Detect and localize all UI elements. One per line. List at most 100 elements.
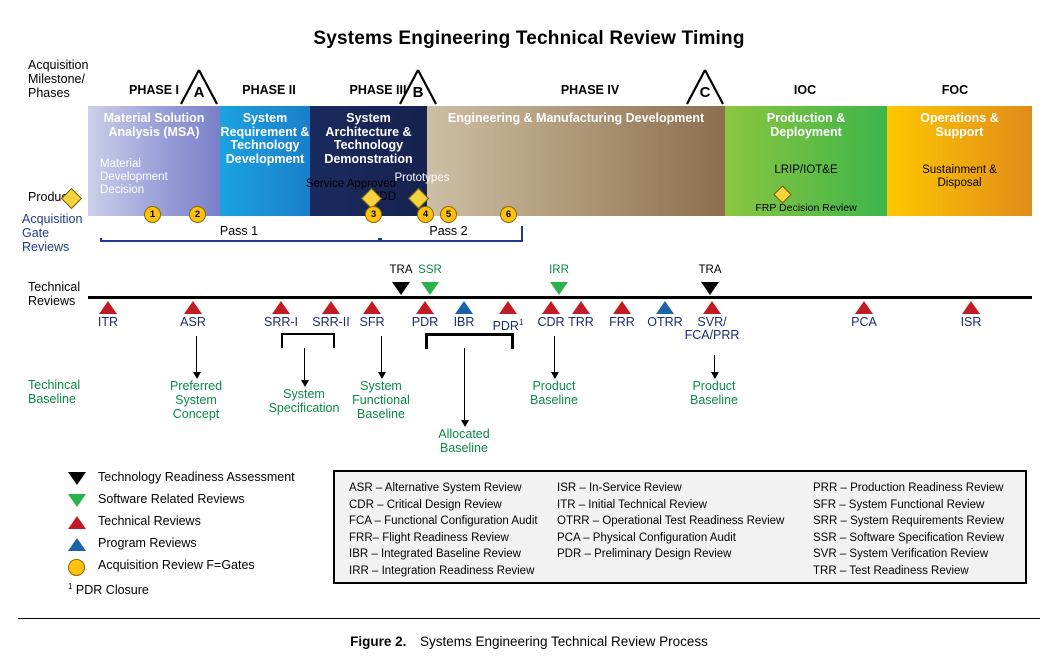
review-triangle-frr-11 — [613, 301, 631, 314]
legend-row-2: Software Related Reviews — [60, 490, 340, 512]
baseline-bracket-2 — [281, 333, 335, 348]
figure-number: Figure 2. — [350, 634, 407, 649]
phase-segment-subtitle: Material Development Decision — [100, 158, 168, 196]
baseline-label-6: Product Baseline — [690, 379, 738, 407]
triangle-down-black-icon — [68, 472, 86, 485]
circle-yellow-icon — [68, 559, 85, 576]
acronym-entry: ISR – In-Service Review — [557, 482, 682, 494]
acronym-entry: ASR – Alternative System Review — [349, 482, 522, 494]
baseline-label-3: System Functional Baseline — [352, 379, 410, 421]
milestone-c-marker: C — [685, 68, 725, 106]
acronym-entry: IRR – Integration Readiness Review — [349, 564, 535, 577]
above-axis-triangle-irr-3 — [550, 282, 568, 295]
review-label-pca-14: PCA — [851, 315, 877, 329]
figure-caption: Figure 2. Systems Engineering Technical … — [0, 634, 1058, 649]
acronym-entry: IBR – Integrated Baseline Review — [349, 548, 521, 560]
milestone-b-marker: B — [398, 68, 438, 106]
phase-header-5: IOC — [793, 83, 817, 97]
phase-segment-6: Operations & Support Sustainment & Disposal — [887, 106, 1032, 216]
gate-circle-4: 4 — [417, 206, 434, 223]
review-triangle-isr-15 — [962, 301, 980, 314]
review-label-asr-2: ASR — [180, 315, 206, 329]
review-triangle-ibr-7 — [455, 301, 473, 314]
review-triangle-trr-10 — [572, 301, 590, 314]
legend-label-5: Acquisition Review F=Gates — [98, 558, 255, 572]
caption-divider — [18, 618, 1040, 619]
page-title: Systems Engineering Technical Review Tim… — [313, 28, 745, 49]
gate-label-line-3: Reviews — [22, 240, 70, 254]
gate-label-line-2: Gate — [22, 226, 50, 240]
acronym-entry: TRR – Test Readiness Review — [813, 564, 969, 577]
baseline-arrow-head-1 — [193, 372, 201, 379]
phase-segment-title: Production & Deployment — [766, 111, 846, 139]
acronym-entry: SSR – Software Specification Review — [813, 531, 1005, 544]
milestone-a-marker: A — [179, 68, 219, 106]
phase-segment-4: Engineering & Manufacturing Development — [427, 106, 725, 216]
acronym-entry: CDR – Critical Design Review — [349, 498, 502, 511]
triangle-up-blue-icon — [68, 538, 86, 551]
phase-segment-title: Operations & Support — [920, 111, 999, 139]
baseline-arrow-line-2 — [304, 348, 306, 381]
review-triangle-pca-14 — [855, 301, 873, 314]
baseline-arrow-line-3 — [381, 336, 383, 373]
milestone-label: C — [699, 84, 711, 101]
acronym-entry: SVR – System Verification Review — [813, 548, 989, 560]
review-triangle-otrr-12 — [656, 301, 674, 314]
product-label-frp-decision-review: FRP Decision Review — [755, 202, 857, 214]
technical-review-axis — [88, 296, 1032, 299]
legend-row-5: Acquisition Review F=Gates — [60, 556, 340, 578]
triangle-up-red-icon — [68, 516, 86, 529]
acronym-entry: PDR – Preliminary Design Review — [557, 548, 732, 560]
phase-segment-subtitle: Sustainment & Disposal — [922, 164, 997, 189]
baseline-label-5: Product Baseline — [530, 379, 578, 407]
baseline-bracket-4 — [425, 333, 514, 349]
acronym-legend-box: ASR – Alternative System Review CDR – Cri… — [333, 470, 1027, 584]
legend-row-3: Technical Reviews — [60, 512, 340, 534]
baseline-arrow-line-4 — [464, 348, 466, 421]
acronym-entry: FCA – Functional Configuration Audit — [349, 515, 538, 527]
acronym-entry: ITR – Initial Technical Review — [557, 498, 707, 511]
row-label-technical-reviews: Technical Reviews — [28, 280, 98, 308]
above-axis-label-irr-3: IRR — [549, 264, 569, 276]
review-triangle-cdr-9 — [542, 301, 560, 314]
pass-label-1: Pass 1 — [100, 224, 378, 238]
baseline-arrow-line-6 — [714, 355, 716, 373]
acronym-entry: OTRR – Operational Test Readiness Review — [557, 515, 785, 527]
review-triangle-srri-3 — [272, 301, 290, 314]
phase-segment-title: System Requirement & Technology Development — [220, 111, 310, 166]
phase-segment-title: Engineering & Manufacturing Development — [447, 111, 705, 125]
acronym-column-2: ISR – In-Service Review ITR – Initial Tec… — [557, 480, 784, 563]
gate-circle-3: 3 — [365, 206, 382, 223]
baseline-label-4: Allocated Baseline — [438, 427, 490, 455]
row-label-technical-baseline: Techincal Baseline — [28, 378, 108, 406]
phase-header-4: PHASE IV — [560, 83, 620, 97]
tech-label-line-1: Technical — [28, 280, 81, 294]
phase-segment-5: Production & Deployment LRIP/IOT&E — [725, 106, 887, 216]
gate-label-line-1: Acquisition — [22, 212, 83, 226]
gate-circle-2: 2 — [189, 206, 206, 223]
figure-caption-text: Systems Engineering Technical Review Pro… — [419, 634, 708, 649]
baseline-arrow-head-5 — [551, 372, 559, 379]
product-label-prototypes: Prototypes — [394, 172, 450, 184]
acronym-entry: SFR – System Functional Review — [813, 498, 985, 511]
review-triangle-srrii-4 — [322, 301, 340, 314]
review-triangle-pdr-8 — [499, 301, 517, 314]
baseline-arrow-head-6 — [711, 372, 719, 379]
row-label-line-1: Acquisition — [28, 58, 89, 72]
triangle-down-green-icon — [68, 494, 86, 507]
review-triangle-svr-13 — [703, 301, 721, 314]
review-label-isr-15: ISR — [960, 315, 982, 329]
phase-segment-subtitle: LRIP/IOT&E — [774, 164, 838, 176]
acronym-entry: PRR – Production Readiness Review — [813, 482, 1004, 494]
above-axis-label-tra-4: TRA — [698, 264, 722, 276]
above-axis-label-ssr-2: SSR — [418, 264, 442, 276]
review-triangle-asr-2 — [184, 301, 202, 314]
phase-bar: Material Solution Analysis (MSA) Material D… — [88, 106, 1032, 216]
baseline-arrow-head-3 — [378, 372, 386, 379]
above-axis-triangle-tra-4 — [701, 282, 719, 295]
baseline-arrow-head-2 — [301, 380, 309, 387]
review-label-svr-13: SVR/FCA/PRR — [684, 315, 740, 342]
legend-label-3: Technical Reviews — [98, 514, 201, 528]
baseline-label-line-2: Baseline — [28, 392, 76, 406]
acronym-entry: PCA – Physical Configuration Audit — [557, 531, 736, 544]
